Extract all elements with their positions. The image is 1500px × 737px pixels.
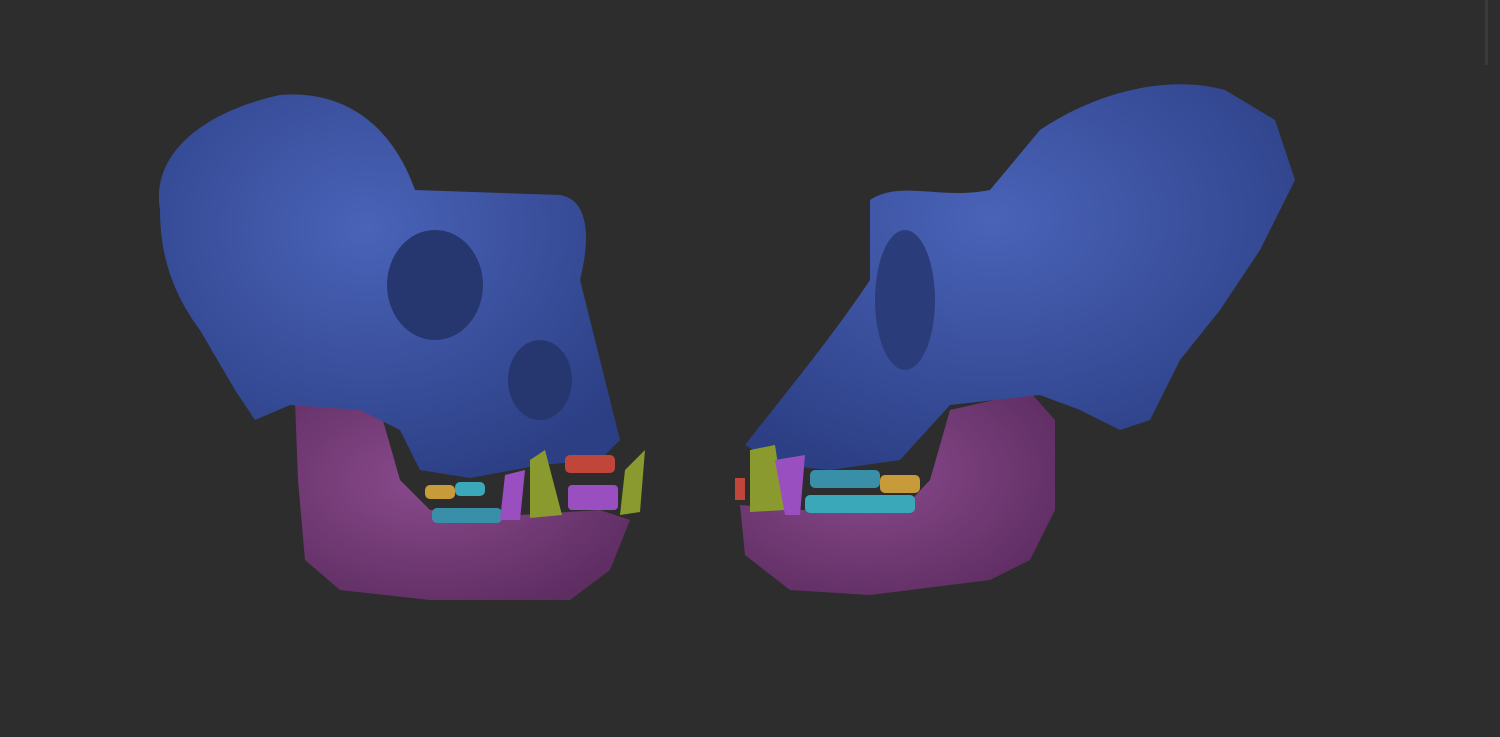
viewport-scrollbar[interactable] bbox=[1485, 0, 1488, 65]
eye-socket-left bbox=[387, 230, 483, 340]
nasal-opening-left bbox=[508, 340, 572, 420]
3d-viewport[interactable] bbox=[0, 0, 1500, 733]
skull-left[interactable] bbox=[158, 94, 645, 600]
skull-right[interactable] bbox=[735, 84, 1295, 595]
viewport-canvas[interactable] bbox=[0, 0, 1500, 733]
eye-socket-right bbox=[875, 230, 935, 370]
